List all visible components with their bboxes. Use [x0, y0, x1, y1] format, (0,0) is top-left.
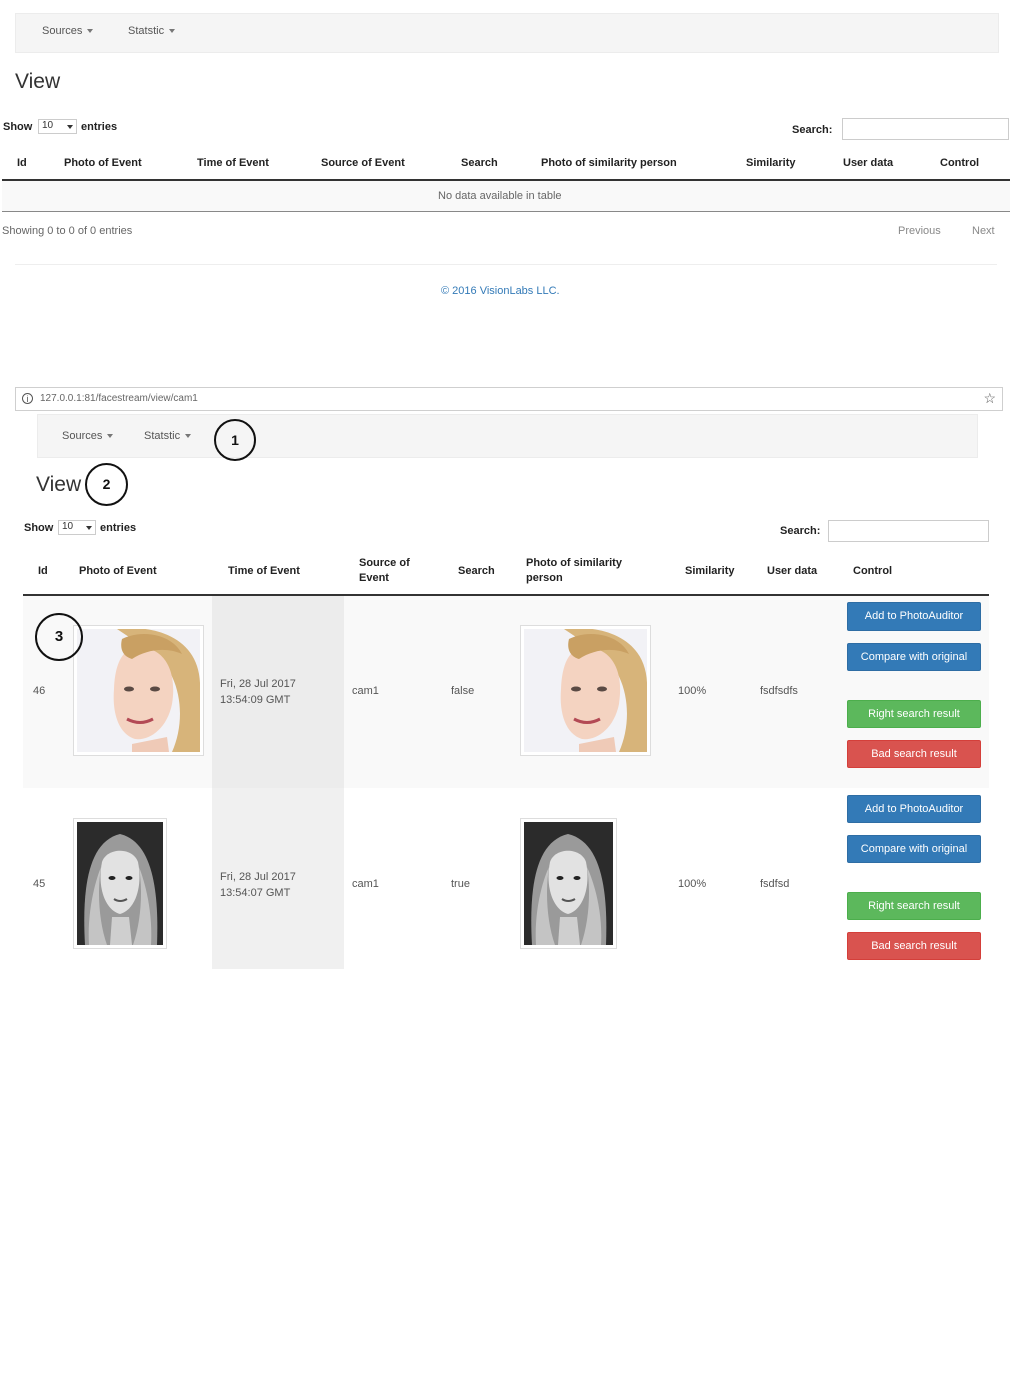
top-empty-message: No data available in table	[438, 190, 562, 202]
footer-copyright[interactable]: © 2016 VisionLabs LLC.	[441, 285, 560, 297]
top-nav-statistic-label: Statstic	[128, 25, 165, 37]
row1-compare-with-original-button[interactable]: Compare with original	[847, 643, 981, 671]
row2-right-search-result-button[interactable]: Right search result	[847, 892, 981, 920]
row1-similarity: 100%	[678, 685, 707, 697]
bottom-page-title: View	[36, 473, 82, 496]
row2-event-photo[interactable]	[73, 818, 167, 949]
bottom-navbar: Sources Statstic	[37, 414, 978, 458]
top-col-user-data[interactable]: User data	[843, 156, 893, 171]
top-search-label: Search:	[792, 124, 833, 136]
browser-address-bar[interactable]: i 127.0.0.1:81/facestream/view/cam1 ☆	[15, 387, 1003, 411]
row2-time: Fri, 28 Jul 2017 13:54:07 GMT	[220, 871, 296, 899]
row2-source: cam1	[352, 878, 379, 890]
row1-event-photo[interactable]	[73, 625, 204, 756]
top-nav-sources-dropdown[interactable]: Sources	[42, 25, 94, 37]
top-col-time-event[interactable]: Time of Event	[197, 156, 269, 171]
top-entries-select[interactable]: 10	[38, 119, 77, 134]
row2-bad-search-result-button[interactable]: Bad search result	[847, 932, 981, 960]
caret-down-icon	[107, 434, 114, 439]
row1-source: cam1	[352, 685, 379, 697]
bottom-col-similarity[interactable]: Similarity	[685, 564, 735, 579]
row2-similarity: 100%	[678, 878, 707, 890]
bottom-nav-statistic-dropdown[interactable]: Statstic	[144, 430, 192, 442]
row1-id: 46	[33, 685, 46, 697]
bottom-search-label: Search:	[780, 525, 821, 537]
row1-similar-photo[interactable]	[520, 625, 651, 756]
top-col-control[interactable]: Control	[940, 156, 979, 171]
url-text: 127.0.0.1:81/facestream/view/cam1	[40, 393, 198, 404]
bottom-col-search[interactable]: Search	[458, 564, 495, 579]
face-photo-color-icon	[77, 628, 201, 752]
bottom-col-user-data[interactable]: User data	[767, 564, 817, 579]
top-show-label: Show	[3, 121, 33, 133]
bottom-nav-sources-label: Sources	[62, 430, 103, 442]
bottom-entries-value: 10	[62, 521, 74, 532]
row1-search: false	[451, 685, 475, 697]
top-search-input[interactable]	[842, 118, 1009, 140]
bottom-entries-select[interactable]: 10	[58, 520, 96, 535]
bottom-entries-label: entries	[100, 522, 137, 534]
top-entries-value: 10	[42, 120, 54, 131]
top-col-photo-similar[interactable]: Photo of similarity person	[541, 156, 677, 171]
top-nav-sources-label: Sources	[42, 25, 83, 37]
row2-add-to-photoauditor-button[interactable]: Add to PhotoAuditor	[847, 795, 981, 823]
footer-divider	[15, 264, 997, 265]
caret-down-icon	[87, 29, 94, 34]
row1-user-data: fsdfsdfs	[760, 685, 798, 697]
row1-bad-search-result-button[interactable]: Bad search result	[847, 740, 981, 768]
top-previous-link[interactable]: Previous	[898, 225, 941, 237]
callout-3: 3	[35, 613, 83, 661]
bottom-nav-sources-dropdown[interactable]: Sources	[62, 430, 114, 442]
callout-1: 1	[214, 419, 256, 461]
caret-down-icon	[169, 29, 176, 34]
info-icon: i	[22, 393, 33, 404]
row1-right-search-result-button[interactable]: Right search result	[847, 700, 981, 728]
row2-similar-photo[interactable]	[520, 818, 617, 949]
bottom-search-input[interactable]	[828, 520, 989, 542]
row2-id: 45	[33, 878, 46, 890]
top-col-id[interactable]: Id	[17, 156, 27, 171]
top-navbar: Sources Statstic	[15, 13, 999, 53]
bottom-show-label: Show	[24, 522, 54, 534]
callout-2: 2	[85, 463, 128, 506]
bottom-col-photo-event[interactable]: Photo of Event	[79, 564, 157, 579]
top-table-info: Showing 0 to 0 of 0 entries	[2, 225, 133, 237]
top-nav-statistic-dropdown[interactable]: Statstic	[128, 25, 176, 37]
bottom-col-source-event[interactable]: Source of Event	[359, 556, 429, 586]
top-entries-label: entries	[81, 121, 118, 133]
top-next-link[interactable]: Next	[972, 225, 995, 237]
row1-time: Fri, 28 Jul 2017 13:54:09 GMT	[220, 678, 296, 706]
top-col-photo-event[interactable]: Photo of Event	[64, 156, 142, 171]
top-col-source-event[interactable]: Source of Event	[321, 156, 405, 171]
select-arrow-icon	[86, 526, 92, 530]
caret-down-icon	[185, 434, 192, 439]
face-photo-color-icon	[524, 628, 648, 752]
row1-add-to-photoauditor-button[interactable]: Add to PhotoAuditor	[847, 602, 981, 631]
top-page-title: View	[15, 70, 61, 93]
bottom-col-time-event[interactable]: Time of Event	[228, 564, 300, 579]
face-photo-bw-icon	[77, 822, 163, 945]
bottom-nav-statistic-label: Statstic	[144, 430, 181, 442]
star-icon[interactable]: ☆	[983, 390, 996, 407]
bottom-col-photo-similar[interactable]: Photo of similarity person	[526, 556, 656, 586]
top-table-bottom-divider	[2, 211, 1010, 212]
top-col-search[interactable]: Search	[461, 156, 498, 171]
top-col-similarity[interactable]: Similarity	[746, 156, 796, 171]
select-arrow-icon	[67, 125, 73, 129]
row2-search: true	[451, 878, 470, 890]
bottom-col-control[interactable]: Control	[853, 564, 892, 579]
row2-user-data: fsdfsd	[760, 878, 790, 890]
bottom-col-id[interactable]: Id	[38, 564, 48, 579]
row2-compare-with-original-button[interactable]: Compare with original	[847, 835, 981, 863]
face-photo-bw-icon	[524, 822, 613, 945]
